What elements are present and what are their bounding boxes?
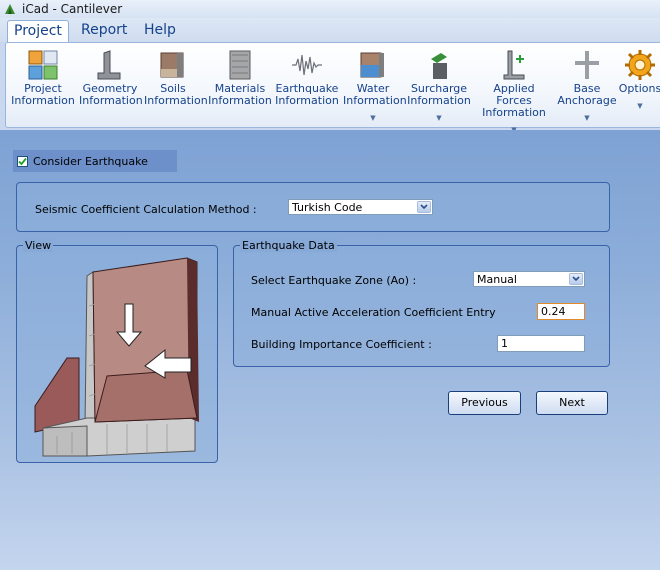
ribbon-label-line2: Information [407,94,471,107]
acceleration-coefficient-value: 0.24 [541,305,566,318]
materials-icon [229,50,251,80]
earthquake-data-panel: Earthquake Data Select Earthquake Zone (… [233,239,610,367]
soils-icon [160,52,184,78]
seismic-method-label: Seismic Coefficient Calculation Method : [35,203,257,216]
dropdown-arrow-icon[interactable]: ▼ [618,100,660,112]
ribbon-project-information[interactable]: Project Information [10,49,76,107]
window-title: iCad - Cantilever [22,2,123,16]
project-information-icon [28,50,58,80]
importance-coefficient-label: Building Importance Coefficient : [251,338,432,351]
ribbon-materials-information[interactable]: Materials Information [208,49,272,107]
ribbon-label-line2: Information [11,94,75,107]
ribbon-label-line2: Information [144,94,208,107]
earthquake-icon [292,54,322,76]
ribbon-geometry-information[interactable]: Geometry Information [79,49,143,107]
applied-forces-icon [503,50,525,80]
seismic-method-value: Turkish Code [292,201,363,214]
seismic-method-select[interactable]: Turkish Code [288,199,433,215]
importance-coefficient-input[interactable]: 1 [497,335,585,352]
ribbon-label-line2: Information [482,106,546,119]
ribbon-options[interactable]: Options ▼ [618,49,660,112]
ribbon-soils-information[interactable]: Soils Information [144,49,208,107]
app-icon [5,4,15,14]
ribbon-water-information[interactable]: Water Information ▼ [343,49,407,124]
dropdown-arrow-icon[interactable]: ▼ [557,112,617,124]
ribbon-label-line2: Information [208,94,272,107]
ribbon-base-anchorage[interactable]: Base Anchorage ▼ [557,49,617,124]
ribbon-surcharge-information[interactable]: Surcharge Information ▼ [407,49,471,124]
importance-coefficient-value: 1 [501,337,508,350]
ribbon-label-line2: Information [275,94,339,107]
options-gear-icon [625,50,655,80]
water-icon [360,52,384,78]
consider-earthquake-checkbox[interactable] [17,156,28,167]
earthquake-data-title: Earthquake Data [240,239,337,252]
consider-earthquake-row[interactable]: Consider Earthquake [13,150,177,172]
acceleration-coefficient-label: Manual Active Acceleration Coefficient E… [251,306,496,319]
tab-project[interactable]: Project [7,20,69,43]
next-button[interactable]: Next [536,391,608,415]
ribbon-label-line1: Applied Forces [493,82,535,107]
chevron-down-icon[interactable] [417,201,431,213]
view-panel: View [16,239,218,463]
base-anchorage-icon [575,51,599,79]
earthquake-zone-label: Select Earthquake Zone (Ao) : [251,274,417,287]
tab-help[interactable]: Help [138,20,182,40]
tab-report[interactable]: Report [75,20,133,40]
acceleration-coefficient-input[interactable]: 0.24 [537,303,585,320]
menu-tabs: Project Report Help [0,18,660,43]
dropdown-arrow-icon[interactable]: ▼ [343,112,403,124]
main-content: Consider Earthquake Seismic Coefficient … [0,130,660,570]
check-icon [18,157,27,166]
ribbon-label-line2: Anchorage [557,94,617,107]
seismic-method-panel: Seismic Coefficient Calculation Method :… [16,182,610,232]
ribbon-label-line2: Information [343,94,407,107]
earthquake-zone-select[interactable]: Manual [473,271,585,287]
title-bar: iCad - Cantilever [0,0,660,18]
earthquake-zone-value: Manual [477,273,517,286]
ribbon-applied-forces-information[interactable]: Applied Forces Information ▼ [474,49,554,136]
surcharge-icon [431,53,447,79]
ribbon-label-line2: Information [79,94,143,107]
previous-button[interactable]: Previous [448,391,521,415]
ribbon-earthquake-information[interactable]: Earthquake Information [274,49,340,107]
geometry-icon [97,50,121,80]
cantilever-wall-3d-view [34,257,199,457]
ribbon-label-line1: Options [618,82,660,95]
dropdown-arrow-icon[interactable]: ▼ [407,112,471,124]
ribbon-toolbar: Project Information Geometry Information… [5,42,660,134]
chevron-down-icon[interactable] [569,273,583,285]
consider-earthquake-label: Consider Earthquake [33,155,148,168]
